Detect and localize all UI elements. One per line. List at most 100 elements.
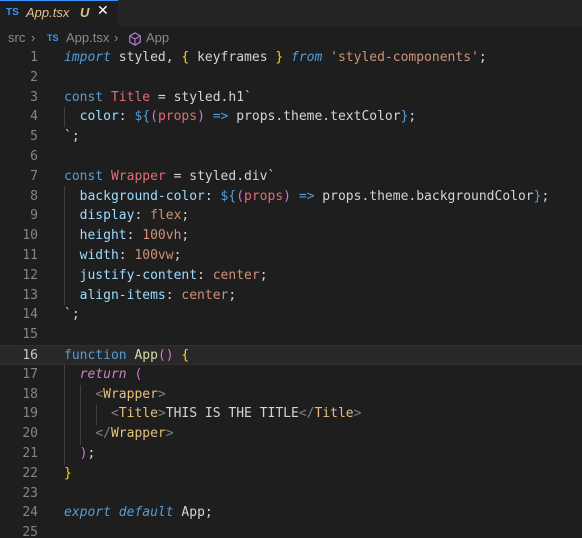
breadcrumb-file[interactable]: App.tsx <box>66 30 109 45</box>
indent-guide <box>64 365 65 465</box>
code-line[interactable]: 24 export default App; <box>0 503 582 523</box>
code-token: } <box>275 50 284 65</box>
code-line[interactable]: 13 align-items: center; <box>0 286 582 306</box>
code-text: width: 100vw; <box>64 246 182 266</box>
code-token: function <box>64 348 127 363</box>
code-line[interactable]: 23 <box>0 484 582 504</box>
code-line[interactable]: 7 const Wrapper = styled.div` <box>0 167 582 187</box>
line-number: 13 <box>22 287 38 303</box>
line-number: 9 <box>30 208 38 224</box>
code-text: display: flex; <box>64 206 190 226</box>
line-number: 14 <box>22 307 38 323</box>
line-number: 16 <box>22 348 38 363</box>
code-line[interactable]: 19 <Title>THIS IS THE TITLE</Title> <box>0 404 582 424</box>
code-text: function App() { <box>64 346 189 366</box>
line-number: 18 <box>22 386 38 402</box>
code-editor[interactable]: 25 24 export default App; 23 22} 21 ); 20 </Wr… <box>0 48 582 538</box>
code-token: } <box>64 465 72 481</box>
code-line[interactable]: 2 <box>0 68 582 88</box>
code-line[interactable]: 5 `; <box>0 127 582 147</box>
code-line[interactable]: 22} <box>0 464 582 484</box>
code-token: ${ <box>220 188 237 204</box>
code-token: App <box>134 348 158 363</box>
code-line[interactable]: 4 color: ${(props) => props.theme.textCo… <box>0 107 582 127</box>
code-text: const Title = styled.h1` <box>64 88 252 108</box>
code-line[interactable]: 8 background-color: ${(props) => props.t… <box>0 187 582 207</box>
code-line[interactable]: 10 height: 100vh; <box>0 226 582 246</box>
code-token: styled, <box>110 50 182 65</box>
code-token: App; <box>173 505 213 521</box>
line-number: 6 <box>30 149 38 164</box>
code-token: import <box>64 50 111 65</box>
breadcrumb-folder[interactable]: src <box>8 30 25 45</box>
code-line[interactable]: 9 display: flex; <box>0 206 582 226</box>
code-token: : <box>118 248 135 263</box>
code-token: : <box>204 188 221 204</box>
line-number: 2 <box>30 69 38 85</box>
tab-app-tsx[interactable]: TS App.tsx U ✕ <box>0 0 118 26</box>
code-token: keyframes <box>189 50 276 65</box>
code-token: < <box>110 406 119 422</box>
code-token: props <box>157 109 198 125</box>
code-line[interactable]: 18 <Wrapper> <box>0 385 582 405</box>
code-token: const <box>64 168 104 184</box>
code-token: => <box>298 188 315 204</box>
code-token: props.theme.backgroundColor <box>314 188 534 204</box>
code-line[interactable]: 12 justify-content: center; <box>0 266 582 286</box>
code-token: Title <box>314 406 354 422</box>
code-line[interactable]: 1 import styled, { keyframes } from 'styl… <box>0 48 582 68</box>
indent-guide <box>96 405 97 425</box>
line-number: 23 <box>22 485 38 501</box>
code-line[interactable]: 14 `; <box>0 305 582 325</box>
code-token: ) <box>197 109 205 125</box>
code-line[interactable]: 16 function App() { <box>0 345 582 365</box>
code-line[interactable]: 20 </Wrapper> <box>0 424 582 444</box>
code-token: Wrapper <box>103 386 158 402</box>
close-icon[interactable]: ✕ <box>97 3 109 19</box>
line-number: 21 <box>22 446 38 461</box>
typescript-icon: TS <box>47 33 59 43</box>
code-token: export <box>64 505 111 521</box>
code-text: const Wrapper = styled.div` <box>64 167 275 187</box>
breadcrumb-symbol[interactable]: App <box>146 30 169 45</box>
tab-bar: TS App.tsx U ✕ <box>0 0 582 26</box>
code-text: `; <box>64 305 80 325</box>
code-token: : <box>126 228 143 244</box>
code-line[interactable]: 6 <box>0 147 582 167</box>
code-token: height <box>79 228 127 244</box>
code-text: return ( <box>64 365 143 385</box>
code-token: color <box>79 109 119 125</box>
line-number: 12 <box>22 267 38 283</box>
code-line[interactable]: 11 width: 100vw; <box>0 246 582 266</box>
code-token: ( <box>236 188 245 204</box>
code-token: : <box>165 287 182 303</box>
code-text: background-color: ${(props) => props.the… <box>64 187 550 207</box>
code-line[interactable]: 17 return ( <box>0 365 582 385</box>
code-token: ; <box>408 109 417 125</box>
code-token: Wrapper <box>110 426 166 442</box>
indent-guide <box>64 186 65 305</box>
code-text: import styled, { keyframes } from 'style… <box>64 48 487 68</box>
code-line[interactable]: 21 ); <box>0 444 582 464</box>
code-token: ; <box>181 228 190 244</box>
code-token: ; <box>541 188 550 204</box>
code-line[interactable]: 15 <box>0 325 582 345</box>
code-token: = styled.h1 <box>150 89 245 105</box>
code-line[interactable]: 25 <box>0 523 582 538</box>
code-line[interactable]: 3 const Title = styled.h1` <box>0 88 582 108</box>
code-token: justify-content <box>79 267 198 283</box>
code-token: props.theme.textColor <box>228 109 401 125</box>
code-token: > <box>353 406 362 422</box>
line-number: 4 <box>30 109 38 125</box>
code-token: THIS IS THE TITLE <box>165 406 299 422</box>
untracked-badge: U <box>80 5 90 20</box>
